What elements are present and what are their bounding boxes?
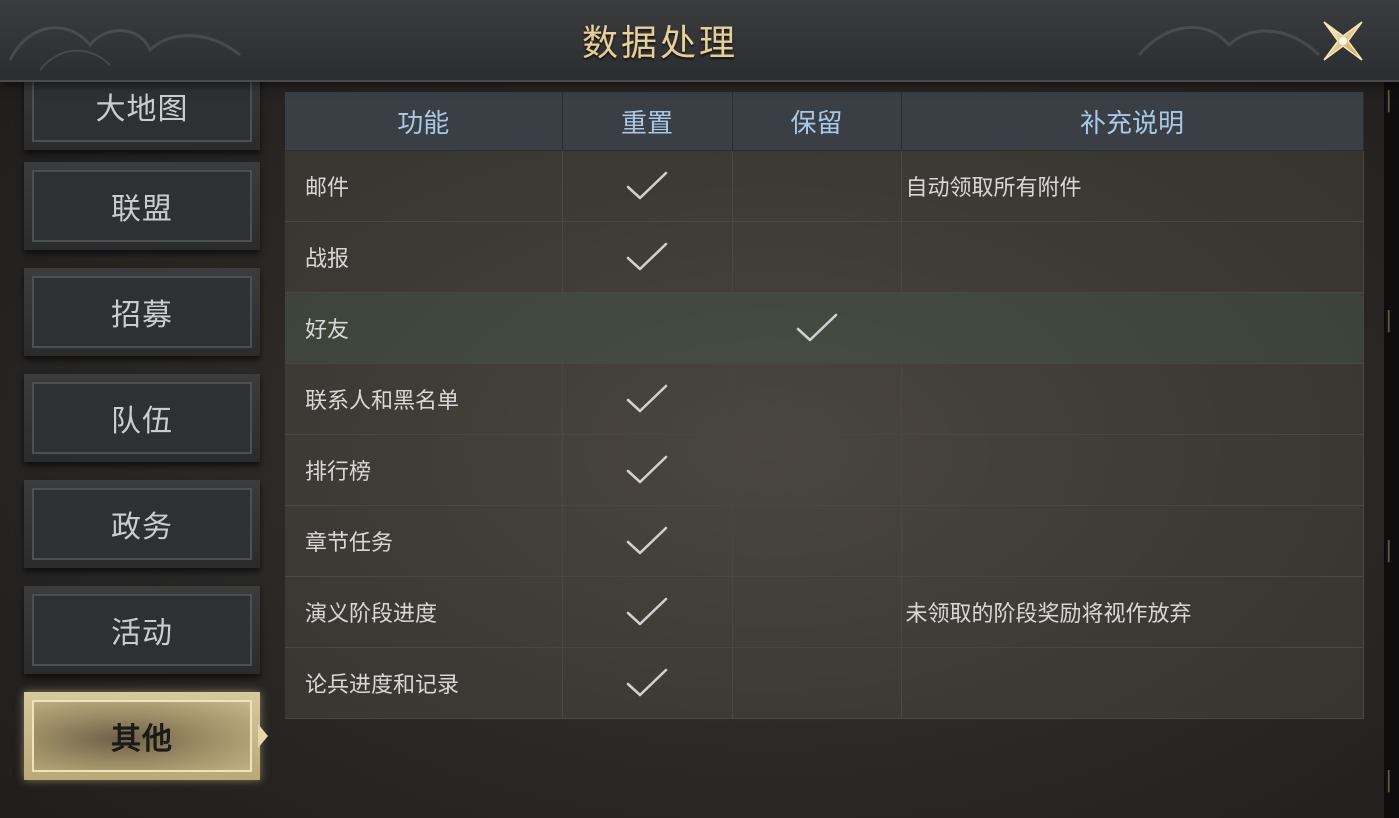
edge-glyph: | <box>1385 88 1393 113</box>
sidebar-item-frame: 活动 <box>32 594 252 666</box>
row-keep-cell <box>732 292 902 364</box>
table-row: 章节任务 <box>285 505 1364 577</box>
column-header-note: 补充说明 <box>901 92 1364 151</box>
row-reset-cell <box>562 434 733 506</box>
sidebar-item-label: 活动 <box>111 616 173 651</box>
row-keep-cell <box>732 363 902 435</box>
data-table: 功能 重置 保留 补充说明 邮件 自动领取所有附件战报 好友 联系人和黑名单 排行榜 章节… <box>285 92 1364 719</box>
row-reset-cell <box>562 363 733 435</box>
row-note-text: 未领取的阶段奖励将视作放弃 <box>901 576 1364 648</box>
row-reset-cell <box>562 150 733 222</box>
checkmark-icon <box>626 597 668 626</box>
row-note-text <box>901 647 1364 719</box>
column-header-function: 功能 <box>285 92 563 151</box>
row-keep-cell <box>732 505 902 577</box>
row-reset-cell <box>562 292 733 364</box>
table-row: 联系人和黑名单 <box>285 363 1364 435</box>
sidebar-item-frame: 队伍 <box>32 382 252 454</box>
sidebar-item-frame: 招募 <box>32 276 252 348</box>
table-row: 邮件 自动领取所有附件 <box>285 150 1364 222</box>
row-function-label: 邮件 <box>285 150 563 222</box>
row-note-text <box>901 292 1364 364</box>
row-reset-cell <box>562 576 733 648</box>
table-body: 邮件 自动领取所有附件战报 好友 联系人和黑名单 排行榜 章节任务 演义阶段进度 未领取的阶段… <box>285 150 1364 719</box>
row-function-label: 章节任务 <box>285 505 563 577</box>
sidebar-item-label: 其他 <box>111 722 173 757</box>
page-title: 数据处理 <box>581 23 738 64</box>
row-keep-cell <box>732 150 902 222</box>
row-function-label: 好友 <box>285 292 563 364</box>
sidebar-item-label: 队伍 <box>111 404 173 439</box>
checkmark-icon <box>626 384 668 413</box>
row-note-text <box>901 363 1364 435</box>
sidebar-item-label: 联盟 <box>111 192 173 227</box>
column-header-reset: 重置 <box>562 92 733 151</box>
header-bar: 数据处理 <box>0 0 1399 82</box>
row-function-label: 论兵进度和记录 <box>285 647 563 719</box>
checkmark-icon <box>626 171 668 200</box>
row-keep-cell <box>732 221 902 293</box>
row-reset-cell <box>562 221 733 293</box>
column-header-keep: 保留 <box>732 92 902 151</box>
row-note-text <box>901 505 1364 577</box>
row-function-label: 联系人和黑名单 <box>285 363 563 435</box>
checkmark-icon <box>626 242 668 271</box>
category-sidebar: 大地图 联盟 招募 队伍 政务 活动 其他 <box>22 62 262 818</box>
edge-glyph: | <box>1385 768 1393 793</box>
checkmark-icon <box>626 455 668 484</box>
sidebar-item-recruit[interactable]: 招募 <box>24 268 260 356</box>
row-keep-cell <box>732 576 902 648</box>
table-row: 排行榜 <box>285 434 1364 506</box>
sidebar-item-frame: 其他 <box>32 700 252 772</box>
right-edge-strip: | | | | <box>1384 80 1399 818</box>
table-row: 战报 <box>285 221 1364 293</box>
row-note-text: 自动领取所有附件 <box>901 150 1364 222</box>
sidebar-item-troops[interactable]: 队伍 <box>24 374 260 462</box>
sidebar-item-label: 大地图 <box>95 92 189 127</box>
table-header-row: 功能 重置 保留 补充说明 <box>285 92 1364 151</box>
sidebar-item-label: 政务 <box>111 510 173 545</box>
row-note-text <box>901 434 1364 506</box>
sidebar-item-events[interactable]: 活动 <box>24 586 260 674</box>
row-keep-cell <box>732 647 902 719</box>
row-keep-cell <box>732 434 902 506</box>
sidebar-item-other[interactable]: 其他 <box>24 692 260 780</box>
row-reset-cell <box>562 647 733 719</box>
checkmark-icon <box>796 313 837 342</box>
sidebar-item-frame: 政务 <box>32 488 252 560</box>
row-function-label: 演义阶段进度 <box>285 576 563 648</box>
sidebar-item-frame: 联盟 <box>32 170 252 242</box>
table-row: 论兵进度和记录 <box>285 647 1364 719</box>
sidebar-item-alliance[interactable]: 联盟 <box>24 162 260 250</box>
edge-glyph: | <box>1385 538 1393 563</box>
active-tab-pointer-icon <box>258 724 268 748</box>
table-row: 好友 <box>285 292 1364 364</box>
data-processing-screen: 数据处理 | | | | 大地图 联盟 招募 队伍 政务 活动 其他 功能 重置… <box>0 0 1399 818</box>
row-note-text <box>901 221 1364 293</box>
row-reset-cell <box>562 505 733 577</box>
row-function-label: 战报 <box>285 221 563 293</box>
edge-glyph: | <box>1385 308 1393 333</box>
sidebar-item-label: 招募 <box>111 298 173 333</box>
checkmark-icon <box>626 526 668 555</box>
row-function-label: 排行榜 <box>285 434 563 506</box>
close-x-icon[interactable] <box>1318 16 1368 66</box>
sidebar-item-affairs[interactable]: 政务 <box>24 480 260 568</box>
table-row: 演义阶段进度 未领取的阶段奖励将视作放弃 <box>285 576 1364 648</box>
checkmark-icon <box>626 668 668 697</box>
